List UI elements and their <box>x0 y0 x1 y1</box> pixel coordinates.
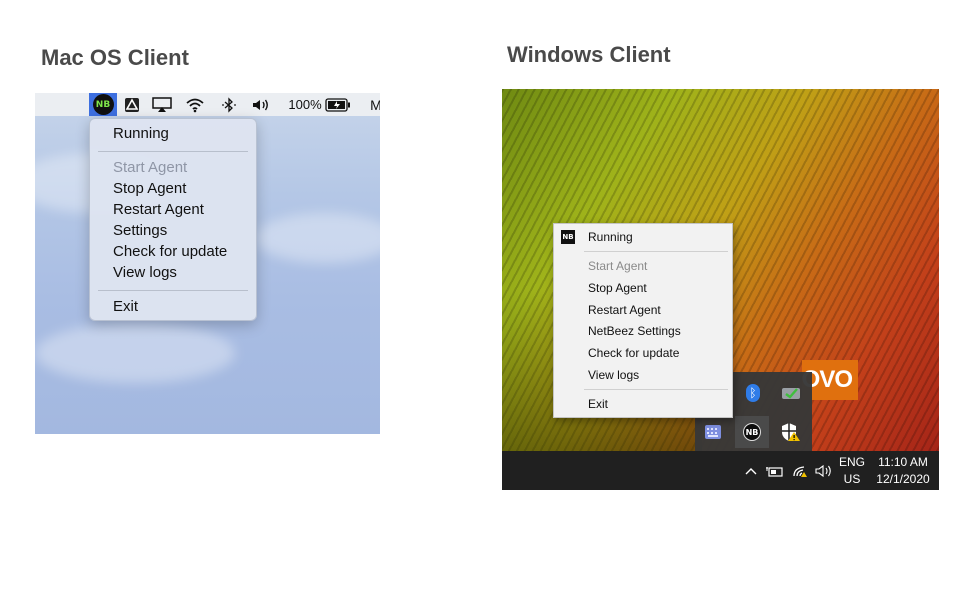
battery-icon[interactable] <box>765 451 785 490</box>
menu-bar-cut-off-text: M <box>370 96 380 113</box>
language-indicator-line2[interactable]: US <box>838 472 866 486</box>
menu-item-view-logs[interactable]: View logs <box>113 264 177 281</box>
netbeez-icon[interactable]: NB <box>89 93 117 116</box>
airplay-icon[interactable] <box>150 93 174 116</box>
wifi-icon[interactable] <box>183 93 207 116</box>
menu-item-stop-agent[interactable]: Stop Agent <box>113 180 186 197</box>
cloud <box>255 213 380 263</box>
volume-icon[interactable] <box>249 93 273 116</box>
windows-netbeez-menu: NB Running Start Agent Stop Agent Restar… <box>553 223 733 418</box>
windows-desktop: OVO ᛒ NB NB Running Start Agent Stop Age… <box>502 89 939 490</box>
screenshot: Mac OS Client Windows Client NB 100% M R… <box>0 0 976 612</box>
menu-separator <box>98 151 248 152</box>
menu-item-restart-agent[interactable]: Restart Agent <box>588 303 661 317</box>
menu-item-start-agent: Start Agent <box>588 259 648 273</box>
mac-menu-bar: NB 100% M <box>35 93 380 116</box>
bluetooth-icon[interactable]: ᛒ <box>739 379 767 407</box>
menu-item-restart-agent[interactable]: Restart Agent <box>113 201 204 218</box>
menu-item-check-for-update[interactable]: Check for update <box>113 243 227 260</box>
menu-item-check-for-update[interactable]: Check for update <box>588 346 679 360</box>
windows-taskbar: ENG US 11:10 AM 12/1/2020 <box>502 451 939 490</box>
clock-date[interactable]: 12/1/2020 <box>870 472 936 486</box>
mac-desktop: NB 100% M Running Start Agent Stop Agent… <box>35 93 380 434</box>
netbeez-icon: NB <box>743 423 761 441</box>
menu-item-exit[interactable]: Exit <box>113 298 138 315</box>
wifi-icon[interactable] <box>790 451 810 490</box>
menu-item-view-logs[interactable]: View logs <box>588 368 639 382</box>
menu-separator <box>584 251 728 252</box>
battery-percentage: 100% <box>288 97 322 112</box>
menu-item-exit[interactable]: Exit <box>588 397 608 411</box>
checkmark-drive-icon[interactable] <box>777 379 805 407</box>
menu-status-running: Running <box>588 230 633 244</box>
language-indicator-line1[interactable]: ENG <box>838 455 866 469</box>
bluetooth-icon[interactable] <box>219 93 239 116</box>
netbeez-tray-icon[interactable]: NB <box>735 416 769 448</box>
menu-item-start-agent: Start Agent <box>113 159 188 176</box>
battery-icon[interactable] <box>324 93 352 116</box>
menu-separator <box>98 290 248 291</box>
google-drive-icon[interactable] <box>121 93 143 116</box>
volume-icon[interactable] <box>814 451 834 490</box>
menu-status-running: Running <box>113 125 169 142</box>
netbeez-logo: NB <box>92 94 114 115</box>
keyboard-icon[interactable] <box>699 418 727 446</box>
menu-item-settings[interactable]: Settings <box>113 222 167 239</box>
chevron-up-icon[interactable] <box>742 451 760 490</box>
windows-client-heading: Windows Client <box>507 42 671 67</box>
clock-time[interactable]: 11:10 AM <box>870 455 936 469</box>
netbeez-menu-logo: NB <box>561 230 575 244</box>
security-warning-icon[interactable] <box>777 418 805 446</box>
mac-os-client-heading: Mac OS Client <box>41 45 189 70</box>
menu-item-stop-agent[interactable]: Stop Agent <box>588 281 647 295</box>
cloud <box>35 323 235 383</box>
mac-netbeez-menu: Running Start Agent Stop Agent Restart A… <box>89 118 257 321</box>
menu-item-netbeez-settings[interactable]: NetBeez Settings <box>588 324 681 338</box>
menu-separator <box>584 389 728 390</box>
